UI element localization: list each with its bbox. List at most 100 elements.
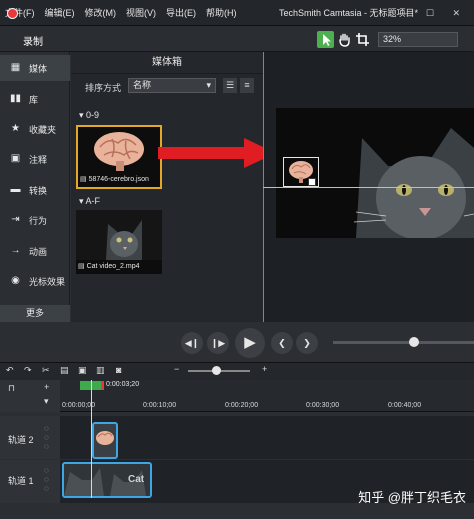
record-icon[interactable] [7,8,18,19]
sort-value: 名称 [133,80,152,90]
media-thumb-cerebro[interactable]: ▤ 58746-cerebro.json [76,125,162,189]
group-header-0-9[interactable]: ▾ 0-9 [79,110,99,121]
clip-cerebro[interactable] [92,422,118,459]
clip-cat-video[interactable]: Cat [62,462,152,498]
play-icon: ▶ [244,334,256,351]
tick-label: 0:00:20;00 [225,402,259,409]
zoom-in-icon[interactable]: + [262,364,267,374]
playhead-time: 0:00:03;20 [106,381,140,388]
chevron-left-icon: ❮ [278,338,286,348]
arrow-cursor-icon [323,34,331,46]
library-icon: ▮▮ [9,93,21,104]
media-filename: ▤ Cat video_2.mp4 [78,263,140,270]
chevron-down-icon: ▾ [206,80,211,90]
sidebar-item-cursor-effects[interactable]: ◉ 光标效果 [0,268,70,294]
track-label: 轨道 2 [8,435,34,445]
sidebar-item-transitions[interactable]: ▬ 转换 [0,177,70,203]
step-forward-button[interactable]: ❙▶ [207,332,229,354]
paste-icon[interactable]: ▣ [78,365,87,376]
hand-icon [339,33,350,47]
tick-label: 0:00:10;00 [143,402,177,409]
menu-export[interactable]: 导出(E) [161,0,201,26]
file-icon: ▤ [80,176,87,183]
snapshot-icon[interactable]: ◙ [116,365,121,375]
behavior-icon: ⇥ [11,214,20,225]
sidebar-item-label: 媒体 [29,64,48,74]
file-icon: ▤ [78,263,85,270]
animation-icon: → [10,245,21,256]
pan-tool-button[interactable] [336,31,353,48]
sidebar-item-label: 光标效果 [29,277,66,287]
transition-icon: ▬ [10,184,21,195]
sort-select[interactable]: 名称 ▾ [128,78,216,93]
group-header-a-f[interactable]: ▾ A-F [79,196,100,207]
copy-icon[interactable]: ▤ [60,365,69,376]
app-title: TechSmith Camtasia - 无标题项目* [278,8,418,18]
redo-icon[interactable]: ↷ [24,365,32,376]
timeline-zoom-handle[interactable] [212,366,221,375]
record-button[interactable]: 录制 [23,33,43,48]
film-icon: ▦ [10,62,21,73]
menu-edit[interactable]: 编辑(E) [40,0,80,26]
step-back-icon: ◀❙ [184,338,200,348]
crop-icon [356,33,369,46]
list-view-icon[interactable]: ☰ [223,78,237,93]
sidebar-item-label: 动画 [29,247,48,257]
zoom-select[interactable]: 32% [378,32,458,47]
sidebar-item-label: 注释 [29,155,48,165]
sidebar-item-label: 库 [29,95,39,105]
track-label: 轨道 1 [8,476,34,486]
menu-file[interactable]: 文件(F) [0,0,40,26]
scrub-bar[interactable] [333,341,474,344]
play-button[interactable]: ▶ [235,328,265,358]
menu-help[interactable]: 帮助(H) [201,0,242,26]
menu-view[interactable]: 视图(V) [121,0,161,26]
sidebar-item-label: 转换 [29,186,48,196]
cat-thumbnail-image [76,210,162,260]
sidebar-item-label: 收藏夹 [29,125,57,135]
track-2-icons[interactable]: ◌ ◌ ◌ [44,424,49,451]
sidebar-item-label: 行为 [29,216,48,226]
scrub-handle[interactable] [409,337,419,347]
sidebar-item-behaviors[interactable]: ⇥ 行为 [0,207,70,233]
sidebar-item-favorites[interactable]: ★ 收藏夹 [0,116,70,142]
sidebar-item-library[interactable]: ▮▮ 库 [0,86,70,112]
window-controls[interactable]: — ☐ ✕ [398,0,468,26]
detail-view-icon[interactable]: ≡ [240,78,254,93]
more-button[interactable]: 更多 [0,305,70,322]
split-icon[interactable]: ▥ [96,365,105,376]
step-forward-icon: ❙▶ [210,338,226,348]
group-label: A-F [85,196,101,206]
magnet-icon[interactable]: ⊓ [8,383,15,394]
next-clip-button[interactable]: ❯ [296,332,318,354]
resize-handle[interactable] [308,178,316,186]
sort-label: 排序方式 [85,83,122,93]
select-tool-button[interactable] [317,31,334,48]
add-track-icon[interactable]: + [44,382,49,392]
playhead-line[interactable] [91,380,92,498]
cut-icon[interactable]: ✂ [42,365,50,376]
red-arrow-annotation [158,138,276,168]
undo-icon[interactable]: ↶ [6,365,14,376]
media-bin-title: 媒体箱 [71,52,263,74]
callout-icon: ▣ [10,153,21,164]
chevron-right-icon: ❯ [303,338,311,348]
previous-clip-button[interactable]: ❮ [271,332,293,354]
star-icon: ★ [11,123,20,134]
brain-icon [96,431,114,445]
crop-tool-button[interactable] [354,31,371,48]
zoom-out-icon[interactable]: − [174,364,179,374]
sidebar-item-media[interactable]: ▦ 媒体 [0,55,70,81]
sidebar-item-annotations[interactable]: ▣ 注释 [0,146,70,172]
step-back-button[interactable]: ◀❙ [181,332,203,354]
brain-icon [94,132,144,171]
collapse-tracks-icon[interactable]: ▾ [44,396,49,407]
track-2-lane[interactable] [60,416,474,459]
menu-modify[interactable]: 修改(M) [80,0,122,26]
out-marker[interactable] [101,381,104,390]
tick-label: 0:00:30;00 [306,402,340,409]
media-thumb-cat-video[interactable]: ▤ Cat video_2.mp4 [76,210,162,274]
track-1-icons[interactable]: ◌ ◌ ◌ [44,466,49,493]
caret-down-icon: ▾ [79,110,84,120]
sidebar-item-animations[interactable]: → 动画 [0,238,70,264]
